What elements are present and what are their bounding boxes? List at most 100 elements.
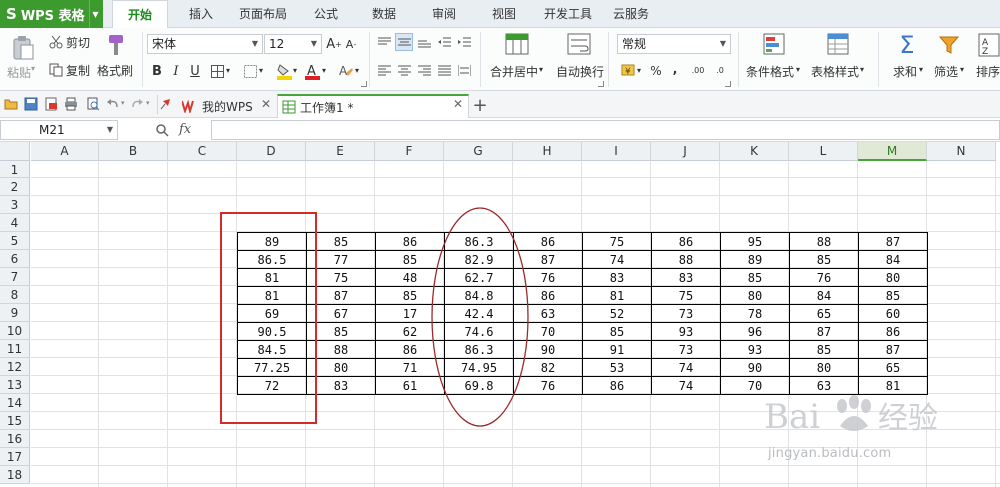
table-cell[interactable]: 83 [582, 268, 652, 287]
row-header-13[interactable]: 13 [0, 376, 30, 394]
chevron-down-icon[interactable]: ▾ [860, 65, 864, 74]
wrap-text-icon[interactable] [566, 32, 592, 56]
chevron-down-icon[interactable]: ▾ [355, 66, 359, 75]
cut-button[interactable]: 剪切 [66, 34, 90, 51]
table-cell[interactable]: 84 [858, 250, 928, 269]
open-folder-icon[interactable] [4, 97, 18, 111]
column-header-l[interactable]: L [789, 142, 858, 161]
percent-button[interactable]: % [649, 61, 663, 81]
row-header-9[interactable]: 9 [0, 304, 30, 322]
align-top-icon[interactable] [377, 36, 391, 48]
paste-button[interactable]: 粘贴 [7, 64, 31, 81]
table-cell[interactable]: 91 [582, 340, 652, 359]
chevron-down-icon[interactable]: ▾ [322, 66, 326, 75]
table-cell[interactable]: 80 [789, 358, 859, 377]
row-header-6[interactable]: 6 [0, 250, 30, 268]
chevron-down-icon[interactable]: ▼ [107, 121, 113, 139]
table-cell[interactable]: 95 [720, 232, 790, 251]
currency-format-icon[interactable]: ¥ [620, 62, 636, 78]
table-cell[interactable]: 60 [858, 304, 928, 323]
chevron-down-icon[interactable]: ▾ [146, 99, 150, 107]
table-cell[interactable]: 83 [651, 268, 721, 287]
row-header-15[interactable]: 15 [0, 412, 30, 430]
sort-button[interactable]: 排序 [976, 63, 1000, 80]
chevron-down-icon[interactable]: ▼ [89, 0, 101, 28]
table-style-button[interactable]: 表格样式 [811, 63, 859, 80]
column-header-k[interactable]: K [720, 142, 789, 161]
new-tab-button[interactable]: + [472, 95, 488, 116]
italic-button[interactable]: I [168, 61, 184, 81]
justify-icon[interactable] [437, 64, 451, 76]
number-dialog-launcher-icon[interactable] [725, 81, 731, 87]
table-cell[interactable]: 84 [789, 286, 859, 305]
column-header-f[interactable]: F [375, 142, 444, 161]
column-header-n[interactable]: N [927, 142, 996, 161]
save-icon[interactable] [24, 97, 38, 111]
row-header-2[interactable]: 2 [0, 178, 30, 196]
export-pdf-icon[interactable] [44, 97, 58, 111]
table-cell[interactable]: 89 [720, 250, 790, 269]
row-header-8[interactable]: 8 [0, 286, 30, 304]
tab-developer[interactable]: 开发工具 [538, 0, 598, 28]
table-cell[interactable]: 74 [651, 376, 721, 395]
borders-icon[interactable] [210, 64, 224, 78]
increase-font-icon[interactable]: A + [326, 34, 342, 54]
table-cell[interactable]: 87 [858, 232, 928, 251]
tab-review[interactable]: 审阅 [422, 0, 466, 28]
table-cell[interactable]: 93 [720, 340, 790, 359]
row-header-17[interactable]: 17 [0, 448, 30, 466]
formula-input[interactable] [211, 120, 1000, 140]
chevron-down-icon[interactable]: ▾ [960, 65, 964, 74]
row-header-5[interactable]: 5 [0, 232, 30, 250]
table-cell[interactable]: 93 [651, 322, 721, 341]
column-header-a[interactable]: A [31, 142, 99, 161]
sum-button[interactable]: 求和 [893, 63, 917, 80]
merge-center-icon[interactable] [504, 32, 530, 56]
row-header-14[interactable]: 14 [0, 394, 30, 412]
table-cell[interactable]: 53 [582, 358, 652, 377]
table-cell[interactable]: 96 [720, 322, 790, 341]
table-cell[interactable]: 85 [789, 250, 859, 269]
row-header-3[interactable]: 3 [0, 196, 30, 214]
table-cell[interactable]: 76 [789, 268, 859, 287]
close-icon[interactable]: ✕ [453, 97, 463, 111]
align-center-icon[interactable] [397, 64, 411, 76]
number-format-select[interactable]: 常规 ▼ [617, 34, 731, 54]
cell-style-icon[interactable] [243, 64, 257, 78]
column-header-b[interactable]: B [99, 142, 168, 161]
close-icon[interactable]: ✕ [261, 97, 271, 111]
table-cell[interactable]: 75 [651, 286, 721, 305]
column-header-d[interactable]: D [237, 142, 306, 161]
distributed-align-icon[interactable] [457, 64, 471, 76]
copy-button[interactable]: 复制 [66, 62, 90, 79]
clear-format-icon[interactable]: A [337, 62, 353, 80]
search-icon[interactable] [155, 123, 169, 137]
pin-icon[interactable] [160, 97, 174, 111]
decrease-font-icon[interactable]: A- [343, 34, 359, 54]
align-bottom-icon[interactable] [417, 36, 431, 48]
table-cell[interactable]: 74 [651, 358, 721, 377]
table-cell[interactable]: 88 [651, 250, 721, 269]
table-cell[interactable]: 80 [858, 268, 928, 287]
fill-color-icon[interactable] [276, 62, 292, 80]
underline-button[interactable]: U [187, 61, 203, 81]
tab-cloud[interactable]: 云服务 [608, 0, 654, 28]
table-cell[interactable]: 52 [582, 304, 652, 323]
column-header-c[interactable]: C [168, 142, 237, 161]
conditional-format-icon[interactable] [762, 32, 786, 56]
table-cell[interactable]: 81 [582, 286, 652, 305]
chevron-down-icon[interactable]: ▾ [226, 66, 230, 75]
chevron-down-icon[interactable]: ▾ [121, 99, 125, 107]
align-left-icon[interactable] [377, 64, 391, 76]
alignment-dialog-launcher-icon[interactable] [598, 81, 604, 87]
tab-page-layout[interactable]: 页面布局 [232, 0, 294, 28]
row-header-10[interactable]: 10 [0, 322, 30, 340]
tab-insert[interactable]: 插入 [178, 0, 224, 28]
decrease-decimal-button[interactable]: .0 [711, 61, 729, 81]
table-cell[interactable]: 85 [582, 322, 652, 341]
tab-data[interactable]: 数据 [362, 0, 406, 28]
merge-center-button[interactable]: 合并居中 [490, 63, 538, 80]
column-header-e[interactable]: E [306, 142, 375, 161]
filter-button[interactable]: 筛选 [934, 63, 958, 80]
sort-icon[interactable]: AZ [978, 33, 1000, 57]
